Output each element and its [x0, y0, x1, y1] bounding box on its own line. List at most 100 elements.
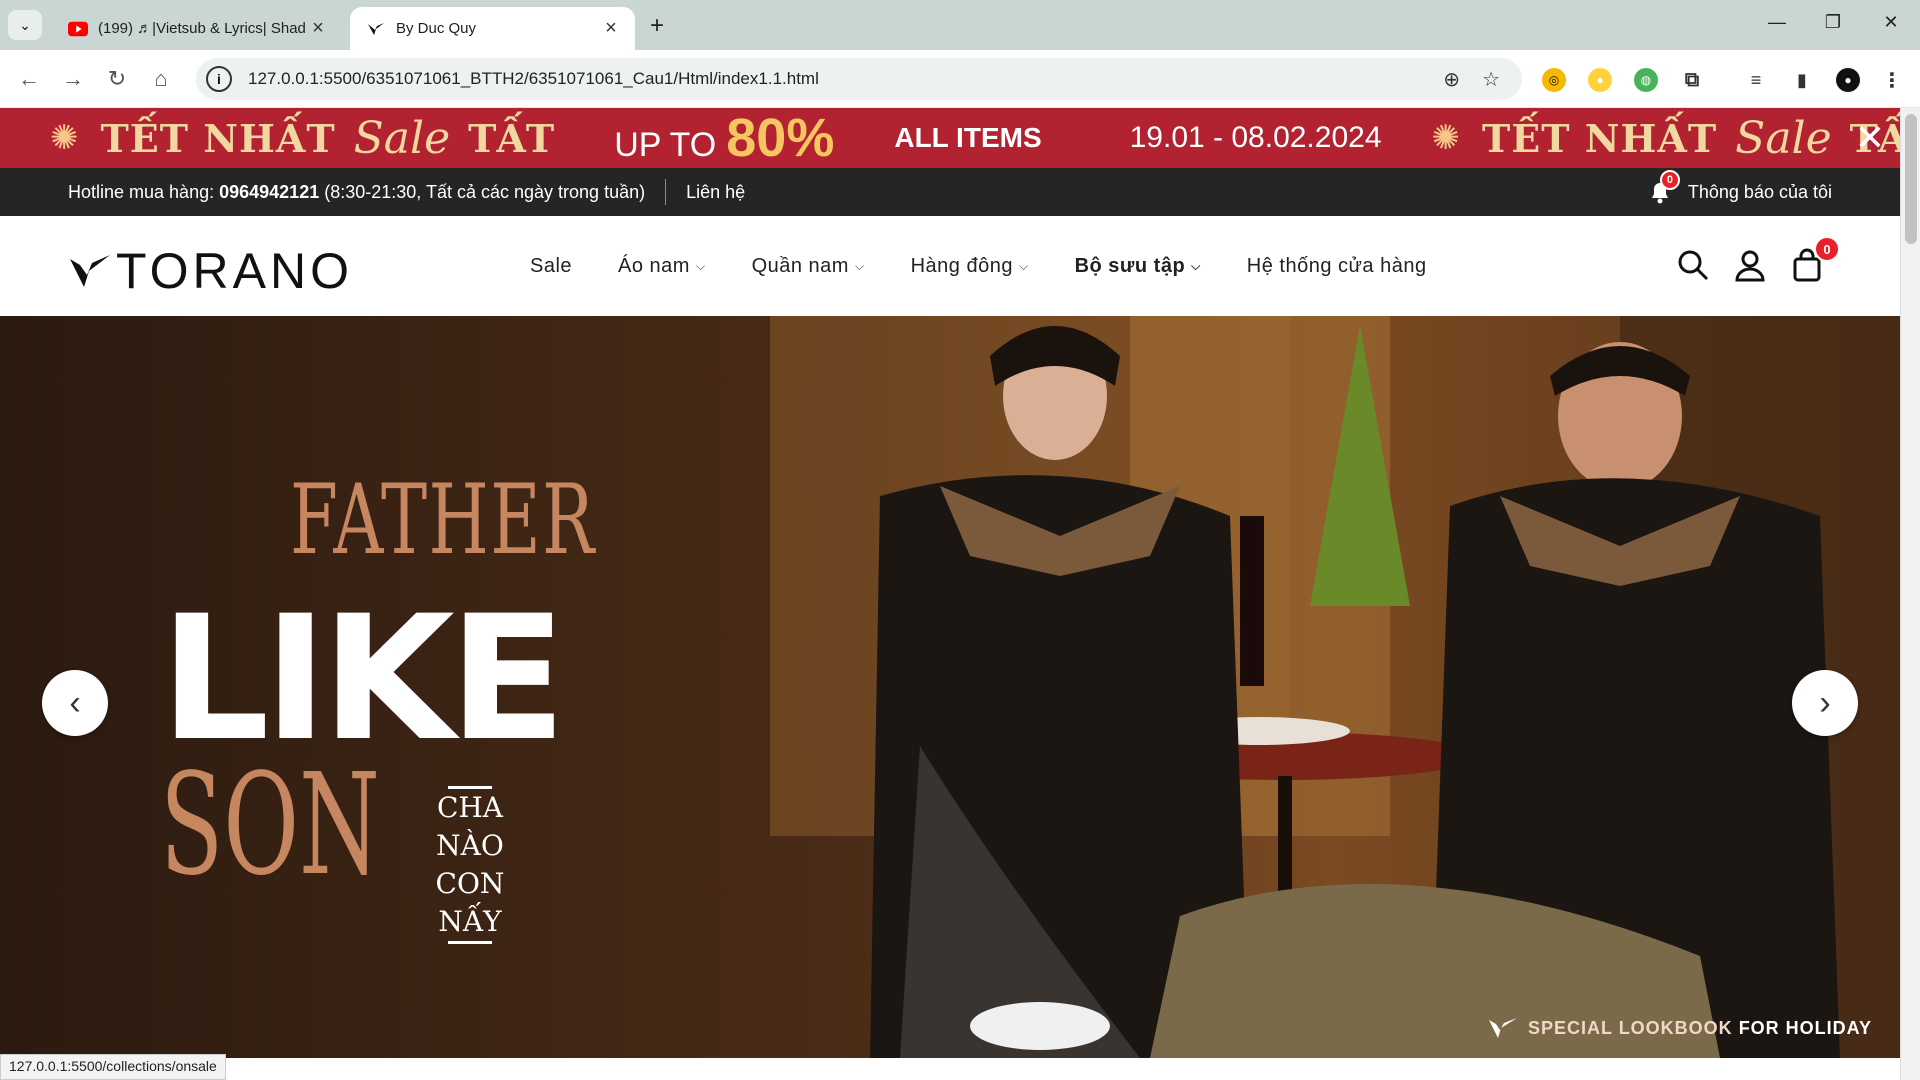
menu-label: Sale: [530, 254, 573, 277]
tab-title: (199) ♬|Vietsub & Lyrics| Shad: [98, 20, 306, 37]
logo-bird-icon: [70, 255, 110, 287]
hotline-hours: (8:30-21:30, Tất cả các ngày trong tuần): [324, 181, 646, 202]
more-menu-icon[interactable]: ⋮: [1880, 68, 1904, 92]
promo-percent: 80%: [726, 108, 835, 168]
logo-text: TORANO: [116, 243, 353, 299]
close-icon[interactable]: ✕: [1840, 108, 1900, 168]
hero-cha-nao: CHA NÀO: [436, 791, 504, 862]
extension-icon[interactable]: ●: [1588, 68, 1612, 92]
back-arrow-icon[interactable]: ←: [14, 66, 44, 92]
flower-icon: ✺: [50, 119, 79, 157]
close-icon[interactable]: ×: [601, 17, 621, 40]
scrollbar-thumb[interactable]: [1905, 114, 1917, 244]
cart-icon[interactable]: 0: [1790, 236, 1840, 282]
bell-icon: 0: [1646, 170, 1680, 206]
promo-tet: TẾT NHẤT: [100, 115, 336, 161]
minimize-icon[interactable]: —: [1762, 12, 1792, 33]
menu-item-hang-dong[interactable]: Hàng đông ⌵: [911, 255, 1029, 278]
restore-icon[interactable]: ❐: [1818, 12, 1848, 33]
menu-label: Áo nam: [618, 254, 690, 277]
hero-subtitle: CHA NÀO CON NẤY: [400, 786, 540, 944]
tab-search-button[interactable]: ⌄: [8, 10, 42, 40]
carousel-prev-button[interactable]: ‹: [42, 670, 108, 736]
puzzle-icon[interactable]: ⧉: [1680, 68, 1704, 92]
notification-badge: 0: [1659, 170, 1680, 190]
lookbook-label: SPECIAL LOOKBOOK FOR HOLIDAY: [1488, 1016, 1872, 1040]
hero-son-text: SON: [160, 744, 380, 907]
hotline-number[interactable]: 0964942121: [219, 182, 319, 202]
chevron-down-icon: ⌵: [695, 258, 706, 273]
divider: [448, 941, 492, 944]
site-info-icon[interactable]: i: [206, 66, 232, 92]
menu-item-quan-nam[interactable]: Quần nam ⌵: [752, 255, 865, 278]
promo-sale: Sale: [353, 112, 451, 164]
promo-all-items: ALL ITEMS: [894, 122, 1042, 153]
media-control-icon[interactable]: ≡: [1744, 68, 1768, 92]
forward-arrow-icon[interactable]: →: [58, 66, 88, 92]
chevron-down-icon: ⌵: [854, 258, 865, 273]
logo[interactable]: TORANO: [68, 242, 353, 300]
carousel-next-button[interactable]: ›: [1792, 670, 1858, 736]
search-icon[interactable]: [1676, 248, 1710, 282]
address-bar[interactable]: i 127.0.0.1:5500/6351071061_BTTH2/635107…: [196, 58, 1522, 100]
hotline: Hotline mua hàng: 0964942121 (8:30-21:30…: [68, 182, 645, 203]
flower-icon: ✺: [1431, 119, 1461, 157]
extension-icon[interactable]: ◎: [1542, 68, 1566, 92]
promo-banner[interactable]: ✺ TẾT NHẤT Sale TẤT UP TO 80% ALL ITEMS 1…: [0, 108, 1900, 168]
hero-con-nay: CON NẤY: [435, 867, 505, 938]
new-tab-button[interactable]: +: [650, 12, 664, 40]
notification-button[interactable]: 0 Thông báo của tôi: [1646, 168, 1832, 216]
url-text[interactable]: 127.0.0.1:5500/6351071061_BTTH2/63510710…: [248, 69, 1443, 89]
contact-link[interactable]: Liên hệ: [686, 182, 745, 203]
menu-label: Quần nam: [751, 254, 849, 277]
hotline-label: Hotline mua hàng:: [68, 181, 215, 202]
promo-tet-repeat: TẾT NHẤT: [1482, 115, 1718, 161]
browser-toolbar: ← → ↻ ⌂ i 127.0.0.1:5500/6351071061_BTTH…: [0, 50, 1920, 108]
tab-by-duc-quy[interactable]: By Duc Quy ×: [350, 7, 635, 50]
home-icon[interactable]: ⌂: [146, 66, 176, 92]
hero-carousel[interactable]: FATHER LIKE SON CHA NÀO CON NẤY SPECIAL …: [0, 316, 1900, 1058]
menu-item-he-thong-cua-hang[interactable]: Hệ thống cửa hàng: [1247, 255, 1427, 278]
zoom-icon[interactable]: ⊕: [1443, 67, 1460, 92]
chevron-down-icon: ⌵: [1191, 258, 1201, 273]
site-header: TORANO Sale Áo nam ⌵ Quần nam ⌵ Hàng đông ⌵…: [0, 216, 1900, 316]
side-panel-icon[interactable]: ▮: [1790, 68, 1814, 92]
status-bar-url: 127.0.0.1:5500/collections/onsale: [0, 1054, 226, 1080]
promo-sale-repeat: Sale: [1735, 112, 1832, 164]
user-icon[interactable]: [1733, 248, 1767, 282]
top-info-bar: Hotline mua hàng: 0964942121 (8:30-21:30…: [0, 168, 1900, 216]
tab-title: By Duc Quy: [396, 20, 477, 37]
menu-item-bo-suu-tap[interactable]: Bộ sưu tập ⌵: [1075, 255, 1201, 278]
menu-label: Hàng đông: [910, 254, 1013, 277]
reload-icon[interactable]: ↻: [102, 66, 132, 92]
youtube-icon: [68, 20, 88, 38]
lookbook-prefix: SPECIAL LOOKBOOK: [1528, 1017, 1733, 1038]
promo-upto: UP TO 80%: [614, 108, 834, 168]
logo-bird-icon: [1489, 1018, 1517, 1038]
hero-father-text: FATHER: [290, 464, 596, 576]
menu-label: Hệ thống cửa hàng: [1246, 254, 1427, 277]
cart-badge: 0: [1814, 236, 1840, 262]
close-icon[interactable]: ×: [308, 17, 328, 40]
menu-label: Bộ sưu tập: [1074, 254, 1186, 277]
notification-label: Thông báo của tôi: [1687, 181, 1832, 202]
lookbook-suffix: FOR HOLIDAY: [1738, 1017, 1873, 1038]
extension-icon[interactable]: ◍: [1634, 68, 1658, 92]
menu-item-ao-nam[interactable]: Áo nam ⌵: [618, 255, 706, 278]
tab-youtube[interactable]: (199) ♬|Vietsub & Lyrics| Shad ×: [52, 7, 342, 50]
close-window-icon[interactable]: ✕: [1876, 12, 1906, 33]
bookmark-star-icon[interactable]: ☆: [1482, 67, 1500, 92]
promo-upto-label: UP TO: [614, 126, 717, 164]
promo-dates: 19.01 - 08.02.2024: [1129, 121, 1382, 154]
torano-icon: [366, 20, 386, 38]
browser-tab-bar: ⌄ (199) ♬|Vietsub & Lyrics| Shad × By Du…: [0, 0, 1920, 50]
chevron-left-icon: ‹: [69, 683, 81, 722]
menu-item-sale[interactable]: Sale: [530, 255, 572, 278]
profile-avatar[interactable]: ●: [1836, 68, 1860, 92]
main-menu: Sale Áo nam ⌵ Quần nam ⌵ Hàng đông ⌵ Bộ sưu…: [530, 216, 1473, 316]
divider: [665, 179, 667, 205]
chevron-down-icon: ⌄: [19, 16, 31, 33]
page-scrollbar[interactable]: [1900, 108, 1920, 1080]
chevron-right-icon: ›: [1819, 683, 1831, 722]
promo-tat: TẤT: [468, 115, 555, 161]
